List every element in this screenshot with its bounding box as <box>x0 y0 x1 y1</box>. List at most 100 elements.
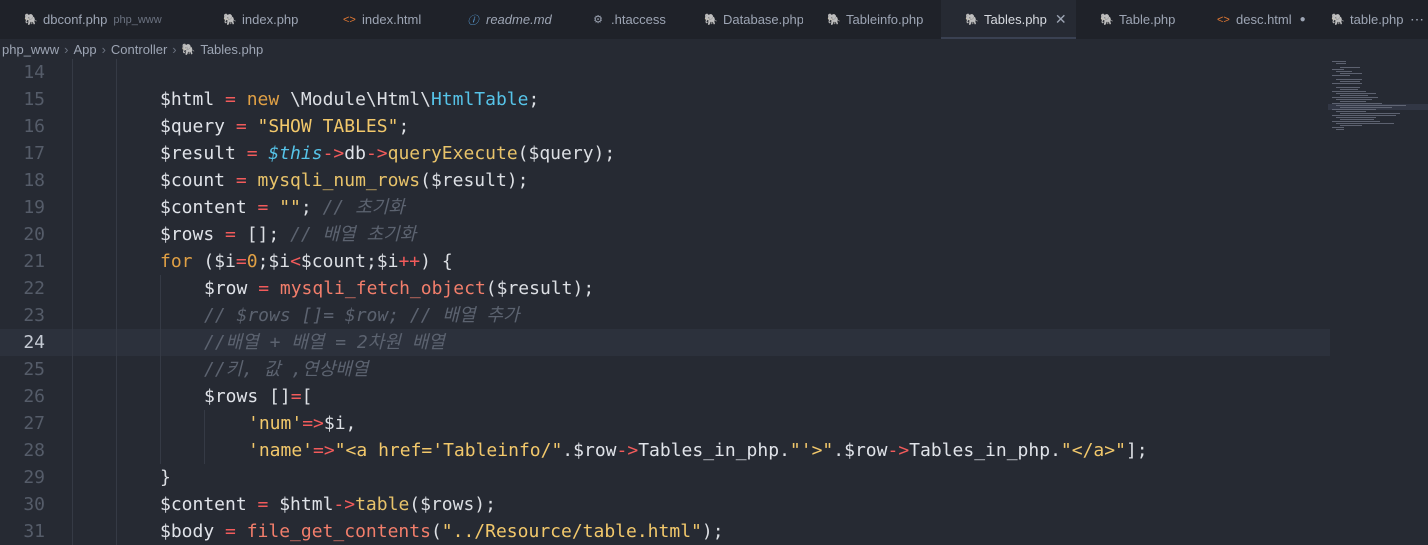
tab-overflow-icon[interactable]: ⋯ <box>1406 0 1428 39</box>
code-text: //키, 값 ,연상배열 <box>204 356 368 383</box>
tab-index-php[interactable]: 🐘 index.php <box>199 0 319 39</box>
code-line[interactable]: 29} <box>0 464 1330 491</box>
tab-desc-html[interactable]: <> desc.html ● <box>1193 0 1307 39</box>
code-line[interactable]: 22 $row = mysqli_fetch_object($result); <box>0 275 1330 302</box>
code-token: "../Resource/table.html" <box>441 521 702 542</box>
breadcrumb-item[interactable]: Controller <box>111 42 167 57</box>
code-token: "'>" <box>789 440 834 461</box>
code-line[interactable]: 30 $content = $html->table($rows); <box>0 491 1330 518</box>
code-token: new <box>246 89 280 110</box>
code-text: $html = new \Module\Html\HtmlTable; <box>160 86 539 113</box>
code-line[interactable]: 28'name'=>"<a href='Tableinfo/".$row->Ta… <box>0 437 1330 464</box>
code-line[interactable]: 15 $html = new \Module\Html\HtmlTable; <box>0 86 1330 113</box>
breadcrumb-item[interactable]: php_www <box>2 42 59 57</box>
line-number: 29 <box>23 467 45 488</box>
code-line[interactable]: 16 $query = "SHOW TABLES"; <box>0 113 1330 140</box>
indent-guide <box>160 275 161 464</box>
code-token: // $rows []= $row; // 배열 추가 <box>204 305 520 326</box>
minimap-line <box>1336 123 1394 124</box>
code-line[interactable]: 17 $result = $this->db->queryExecute($que… <box>0 140 1330 167</box>
code-line[interactable]: 31 $body = file_get_contents("../Resource… <box>0 518 1330 545</box>
code-token: => <box>302 413 324 434</box>
code-line[interactable]: 27 'num'=>$i, <box>0 410 1330 437</box>
code-token: Tables_in_php <box>638 440 780 461</box>
tab-tableinfo-php[interactable]: 🐘 Tableinfo.php <box>803 0 941 39</box>
minimap-line <box>1332 97 1378 98</box>
code-token: "</a>" <box>1060 440 1126 461</box>
code-text: $content = ""; // 초기화 <box>160 194 405 221</box>
code-token: = <box>235 143 269 164</box>
code-token: $html <box>279 494 334 515</box>
tab-dbconf-php[interactable]: 🐘 dbconf.php php_www <box>0 0 199 39</box>
code-token: ($result); <box>485 278 595 299</box>
code-line[interactable]: 26 $rows []=[ <box>0 383 1330 410</box>
code-token: = <box>246 494 280 515</box>
code-line[interactable]: 23 // $rows []= $row; // 배열 추가 <box>0 302 1330 329</box>
code-line[interactable]: 20 $rows = []; // 배열 초기화 <box>0 221 1330 248</box>
code-line[interactable]: 18 $count = mysqli_num_rows($result); <box>0 167 1330 194</box>
code-token: $html <box>160 89 215 110</box>
line-number: 30 <box>23 494 45 515</box>
code-text: $rows = []; // 배열 초기화 <box>160 221 416 248</box>
unsaved-dot-icon[interactable]: ● <box>1300 14 1306 25</box>
minimap-line <box>1340 81 1360 82</box>
code-token: 'name' <box>248 440 314 461</box>
code-line[interactable]: 19 $content = ""; // 초기화 <box>0 194 1330 221</box>
code-line[interactable]: 14 <box>0 59 1330 86</box>
code-line[interactable]: 25 //키, 값 ,연상배열 <box>0 356 1330 383</box>
tab-readme-md[interactable]: ⓘ readme.md <box>443 0 568 39</box>
code-token: $i, <box>323 413 357 434</box>
line-number: 18 <box>23 170 45 191</box>
breadcrumb-item[interactable]: Tables.php <box>200 42 263 57</box>
code-token: \Module\Html\ <box>279 89 431 110</box>
code-token: $rows <box>204 386 270 407</box>
code-token: ($result); <box>420 170 529 191</box>
php-elephant-icon: 🐘 <box>181 43 196 56</box>
minimap-line <box>1332 103 1382 104</box>
minimap-line <box>1340 107 1392 108</box>
line-number: 14 <box>23 62 45 83</box>
php-elephant-icon: 🐘 <box>223 14 237 26</box>
php-elephant-icon: 🐘 <box>24 14 38 26</box>
code-token: $query <box>160 116 226 137</box>
line-number: 24 <box>23 332 45 353</box>
code-line[interactable]: 21 for ($i=0;$i<$count;$i++) { <box>0 248 1330 275</box>
tab-database-php[interactable]: 🐘 Database.php <box>680 0 804 39</box>
code-token: $count;$i <box>300 251 399 272</box>
code-token: for <box>160 251 193 272</box>
tab-index-html[interactable]: <> index.html <box>319 0 443 39</box>
minimap-line <box>1336 63 1346 64</box>
minimap[interactable] <box>1328 59 1428 139</box>
breadcrumb-separator: › <box>64 41 69 57</box>
code-text: $rows []=[ <box>204 383 312 410</box>
html-brackets-icon: <> <box>343 13 356 26</box>
line-number: 16 <box>23 116 45 137</box>
minimap-line <box>1332 121 1380 122</box>
minimap-line <box>1332 127 1344 128</box>
code-token: ; <box>300 197 323 218</box>
code-token: = <box>246 197 280 218</box>
minimap-line <box>1332 91 1366 92</box>
code-token: [] <box>269 386 291 407</box>
tab-label: .htaccess <box>611 12 666 27</box>
tab--htaccess[interactable]: ⚙ .htaccess <box>568 0 680 39</box>
close-icon[interactable]: ✕ <box>1055 11 1067 28</box>
code-text: $content = $html->table($rows); <box>160 491 496 518</box>
code-token: db <box>344 143 366 164</box>
code-token: = <box>214 89 247 110</box>
tab-tables-php[interactable]: 🐘 Tables.php ✕ <box>941 0 1076 39</box>
code-token: < <box>290 251 301 272</box>
breadcrumb-item[interactable]: App <box>73 42 96 57</box>
code-token: //배열 + 배열 = 2차원 배열 <box>204 332 445 353</box>
tab-table-php[interactable]: 🐘 Table.php <box>1076 0 1193 39</box>
code-token: "SHOW TABLES" <box>257 116 399 137</box>
code-token: $this <box>268 143 323 164</box>
tab-label: Tableinfo.php <box>846 12 924 27</box>
code-token: ; <box>398 116 410 137</box>
code-line[interactable]: 24 //배열 + 배열 = 2차원 배열 <box>0 329 1330 356</box>
code-token: => <box>313 440 335 461</box>
code-token: } <box>160 467 171 488</box>
code-text: //배열 + 배열 = 2차원 배열 <box>204 329 445 356</box>
code-text: $count = mysqli_num_rows($result); <box>160 167 528 194</box>
code-editor[interactable]: 14 15 $html = new \Module\Html\HtmlTable; 1… <box>0 59 1428 545</box>
